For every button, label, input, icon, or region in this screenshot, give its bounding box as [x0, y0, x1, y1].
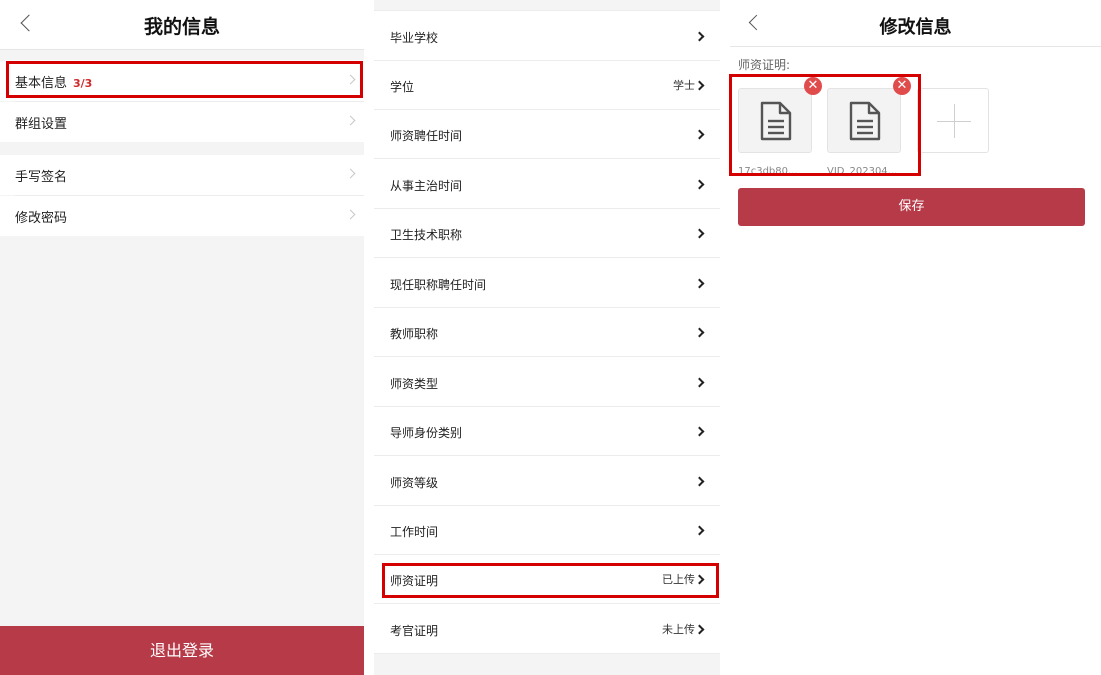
- chevron-right-icon: [694, 80, 705, 91]
- file-thumbnail[interactable]: [738, 88, 812, 153]
- page-title: 修改信息: [879, 17, 952, 38]
- add-file-button[interactable]: [917, 88, 989, 153]
- progress-count: 3/3: [73, 77, 93, 90]
- chevron-right-icon: [694, 377, 705, 388]
- delete-file-icon[interactable]: ✕: [893, 77, 911, 95]
- top-spacer: [374, 0, 720, 11]
- menu-item-label: 手写签名: [15, 170, 68, 185]
- field-value: 学士: [673, 79, 695, 92]
- chevron-right-icon: [694, 574, 705, 585]
- field-row-faculty-certificate[interactable]: 师资证明 已上传: [374, 555, 720, 604]
- field-row-faculty-level[interactable]: 师资等级: [374, 457, 720, 506]
- field-label: 学位: [390, 80, 415, 94]
- field-row-teacher-title[interactable]: 教师职称: [374, 308, 720, 357]
- document-icon: [849, 101, 881, 141]
- menu-item-signature[interactable]: 手写签名: [0, 155, 364, 195]
- field-row-graduate-school[interactable]: 毕业学校: [374, 12, 720, 61]
- field-row-faculty-type[interactable]: 师资类型: [374, 358, 720, 407]
- my-info-screen: 我的信息 基本信息 3/3 群组设置 手写签名 修改密码 退出登录: [0, 0, 364, 675]
- field-row-attending-start-date[interactable]: 从事主治时间: [374, 160, 720, 209]
- menu-item-basic-info[interactable]: 基本信息 3/3: [0, 61, 364, 101]
- edit-info-screen: 修改信息 师资证明: ✕ 17c3db80... ✕ VID_202304...…: [730, 0, 1101, 675]
- file-thumbnail[interactable]: [827, 88, 901, 153]
- chevron-right-icon: [694, 476, 705, 487]
- menu-item-label: 修改密码: [15, 211, 68, 226]
- field-label: 从事主治时间: [390, 179, 463, 193]
- save-button[interactable]: 保存: [738, 188, 1085, 226]
- chevron-right-icon: [694, 179, 705, 190]
- field-row-work-start-date[interactable]: 工作时间: [374, 506, 720, 555]
- field-label: 教师职称: [390, 327, 439, 341]
- chevron-right-icon: [694, 228, 705, 239]
- field-label: 工作时间: [390, 525, 439, 539]
- page-title: 我的信息: [143, 16, 220, 38]
- field-label: 卫生技术职称: [390, 228, 463, 242]
- upload-status: 已上传: [662, 573, 695, 586]
- field-label: 考官证明: [390, 624, 439, 638]
- delete-file-icon[interactable]: ✕: [804, 77, 822, 95]
- menu-item-label: 群组设置: [15, 117, 68, 132]
- chevron-right-icon: [694, 525, 705, 536]
- file-name: VID_202304...: [827, 166, 898, 177]
- field-row-faculty-hire-date[interactable]: 师资聘任时间: [374, 110, 720, 159]
- header: 我的信息: [0, 0, 364, 50]
- field-row-mentor-category[interactable]: 导师身份类别: [374, 407, 720, 456]
- chevron-right-icon: [694, 278, 705, 289]
- field-row-health-title[interactable]: 卫生技术职称: [374, 209, 720, 258]
- chevron-right-icon: [345, 115, 356, 126]
- chevron-right-icon: [345, 74, 356, 85]
- field-label: 师资证明: [390, 574, 439, 588]
- field-label: 现任职称聘任时间: [390, 278, 487, 292]
- field-label: 师资证明:: [738, 58, 791, 72]
- file-name: 17c3db80...: [738, 166, 798, 177]
- chevron-right-icon: [345, 209, 356, 220]
- menu-item-change-password[interactable]: 修改密码: [0, 196, 364, 236]
- document-icon: [760, 101, 792, 141]
- plus-icon-vertical: [954, 104, 955, 138]
- chevron-right-icon: [694, 624, 705, 635]
- chevron-right-icon: [694, 327, 705, 338]
- field-label: 毕业学校: [390, 31, 439, 45]
- chevron-right-icon: [694, 31, 705, 42]
- logout-button[interactable]: 退出登录: [0, 626, 364, 675]
- field-row-degree[interactable]: 学位 学士: [374, 61, 720, 110]
- field-label: 导师身份类别: [390, 426, 463, 440]
- field-label: 师资类型: [390, 377, 439, 391]
- chevron-right-icon: [345, 168, 356, 179]
- header: 修改信息: [730, 0, 1101, 47]
- menu-item-group-settings[interactable]: 群组设置: [0, 102, 364, 142]
- chevron-right-icon: [694, 426, 705, 437]
- basic-info-list-screen: 毕业学校 学位 学士 师资聘任时间 从事主治时间 卫生技术职称 现任职称聘任时间…: [374, 0, 720, 675]
- field-label: 师资等级: [390, 476, 439, 490]
- chevron-right-icon: [694, 129, 705, 140]
- upload-status: 未上传: [662, 623, 695, 636]
- field-row-title-hire-date[interactable]: 现任职称聘任时间: [374, 259, 720, 308]
- field-label: 师资聘任时间: [390, 129, 463, 143]
- menu-item-label: 基本信息 3/3: [15, 76, 93, 91]
- field-row-examiner-certificate[interactable]: 考官证明 未上传: [374, 605, 720, 654]
- bottom-spacer: [374, 654, 720, 675]
